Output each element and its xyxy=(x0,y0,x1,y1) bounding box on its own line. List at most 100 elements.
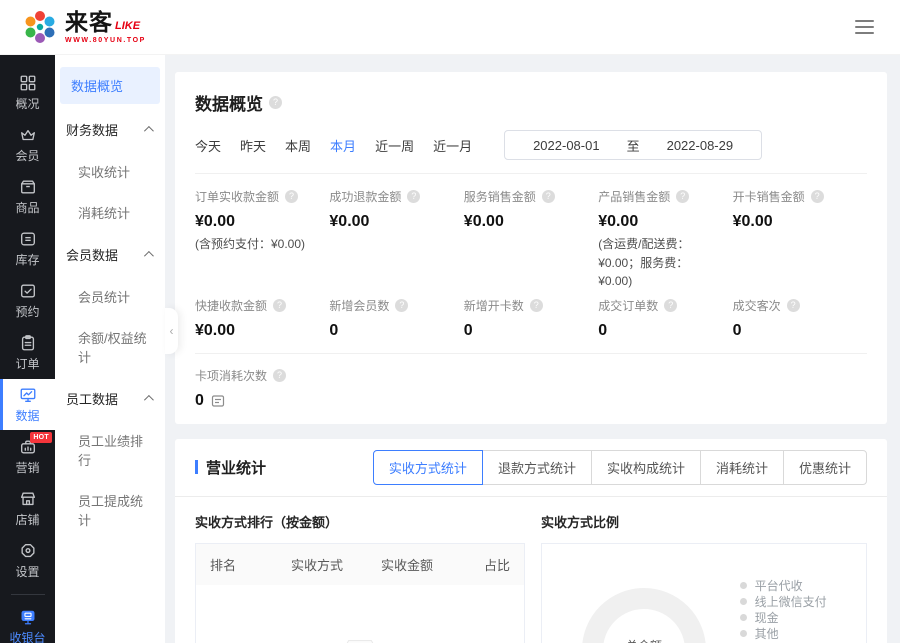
legend-dot-icon xyxy=(740,598,747,605)
help-icon[interactable] xyxy=(407,190,420,203)
help-icon[interactable] xyxy=(273,369,286,382)
date-separator: 至 xyxy=(627,136,640,155)
help-icon[interactable] xyxy=(395,299,408,312)
submenu-data-overview[interactable]: 数据概览 xyxy=(60,67,160,104)
tab-refund-method[interactable]: 退款方式统计 xyxy=(482,450,592,485)
tab-receipt-method[interactable]: 实收方式统计 xyxy=(373,450,483,485)
tab-discount[interactable]: 优惠统计 xyxy=(783,450,867,485)
submenu-staff-ranking[interactable]: 员工业绩排行 xyxy=(55,420,165,480)
submenu-group-member[interactable]: 会员数据 xyxy=(55,233,165,276)
business-card-body: 实收方式排行（按金额） 排名 实收方式 实收金额 占比 xyxy=(175,497,887,643)
stat-quick-receipts: 快捷收款金额 ¥0.00 xyxy=(195,297,329,340)
page-title: 数据概览 xyxy=(195,90,263,115)
stat-service-sales: 服务销售金额 ¥0.00 xyxy=(464,188,598,291)
donut-center-label: 总金额 xyxy=(582,637,706,643)
chevron-up-icon xyxy=(144,126,154,136)
sidebar-item-marketing[interactable]: HOT 营销 xyxy=(0,431,55,482)
help-icon[interactable] xyxy=(285,190,298,203)
stats-row-3: 卡项消耗次数 0 xyxy=(195,367,867,410)
menu-toggle-icon[interactable] xyxy=(851,16,878,38)
sidebar-item-data[interactable]: 数据 xyxy=(0,379,55,430)
col-rank: 排名 xyxy=(210,555,272,574)
member-icon xyxy=(19,126,37,144)
sidebar-item-inventory[interactable]: 库存 xyxy=(0,223,55,274)
receipt-proportion-panel: 实收方式比例 总金额 ¥0.00 平台代收 线上微信支付 现金 其他 微信（记账… xyxy=(541,512,867,643)
help-icon[interactable] xyxy=(787,299,800,312)
filter-this-week[interactable]: 本周 xyxy=(285,136,311,155)
help-icon[interactable] xyxy=(273,299,286,312)
filter-today[interactable]: 今天 xyxy=(195,136,221,155)
col-amount: 实收金额 xyxy=(362,555,452,574)
date-start[interactable]: 2022-08-01 xyxy=(533,138,600,153)
donut-chart: 总金额 ¥0.00 平台代收 线上微信支付 现金 其他 微信（记账） 支付宝（记… xyxy=(541,543,867,643)
date-range-picker[interactable]: 2022-08-01 至 2022-08-29 xyxy=(504,130,762,160)
filter-last-month[interactable]: 近一月 xyxy=(433,136,472,155)
grid-icon xyxy=(19,74,37,92)
sidebar-item-shop[interactable]: 店铺 xyxy=(0,483,55,534)
legend-platform-collect[interactable]: 平台代收 xyxy=(740,580,840,592)
help-icon[interactable] xyxy=(542,190,555,203)
submenu-staff-commission[interactable]: 员工提成统计 xyxy=(55,480,165,540)
submenu-consumption-stats[interactable]: 消耗统计 xyxy=(55,192,165,233)
accent-bar xyxy=(195,460,198,474)
brand-logo[interactable]: 来客 LIKE WWW.80YUN.TOP xyxy=(22,9,146,45)
app-header: 来客 LIKE WWW.80YUN.TOP xyxy=(0,0,900,55)
divider xyxy=(195,353,867,354)
filter-yesterday[interactable]: 昨天 xyxy=(240,136,266,155)
tab-consumption[interactable]: 消耗统计 xyxy=(700,450,784,485)
tab-receipt-composition[interactable]: 实收构成统计 xyxy=(591,450,701,485)
chevron-up-icon xyxy=(144,395,154,405)
legend-dot-icon xyxy=(740,614,747,621)
booking-icon xyxy=(19,282,37,300)
stat-order-receipts: 订单实收款金额 ¥0.00 (含预约支付：¥0.00) xyxy=(195,188,329,291)
submenu-group-finance[interactable]: 财务数据 xyxy=(55,108,165,151)
donut-ring xyxy=(582,588,706,643)
shop-icon xyxy=(19,490,37,508)
help-icon[interactable] xyxy=(530,299,543,312)
legend-other[interactable]: 其他 xyxy=(740,628,840,640)
filter-this-month[interactable]: 本月 xyxy=(330,136,356,155)
gear-icon xyxy=(19,542,37,560)
help-icon[interactable] xyxy=(269,96,282,109)
brand-suffix: LIKE xyxy=(115,21,140,34)
ranking-table: 排名 实收方式 实收金额 占比 暂无数据 xyxy=(195,543,525,643)
help-icon[interactable] xyxy=(811,190,824,203)
help-icon[interactable] xyxy=(664,299,677,312)
submenu-balance-stats[interactable]: 余额/权益统计 xyxy=(55,317,165,377)
chart-legend: 平台代收 线上微信支付 现金 其他 微信（记账） 支付宝（记账） POS机（记账… xyxy=(740,580,840,643)
sidebar-item-orders[interactable]: 订单 xyxy=(0,327,55,378)
submenu-receipt-stats[interactable]: 实收统计 xyxy=(55,151,165,192)
stats-row-1: 订单实收款金额 ¥0.00 (含预约支付：¥0.00) 成功退款金额 ¥0.00… xyxy=(195,188,867,291)
business-stats-card: 营业统计 实收方式统计 退款方式统计 实收构成统计 消耗统计 优惠统计 实收方式… xyxy=(175,439,887,643)
primary-sidebar: 概况 会员 商品 库存 预约 订单 xyxy=(0,55,55,643)
stat-new-cards: 新增开卡数 0 xyxy=(464,297,598,340)
main-content: 数据概览 今天 昨天 本周 本月 近一周 近一月 2022-08-01 至 20… xyxy=(165,55,900,643)
order-icon xyxy=(19,334,37,352)
stats-row-2: 快捷收款金额 ¥0.00 新增会员数 0 新增开卡数 0 成交订单数 0 成交客… xyxy=(195,297,867,340)
sidebar-item-members[interactable]: 会员 xyxy=(0,119,55,170)
stat-refunds: 成功退款金额 ¥0.00 xyxy=(329,188,463,291)
submenu-member-stats[interactable]: 会员统计 xyxy=(55,276,165,317)
stat-new-members: 新增会员数 0 xyxy=(329,297,463,340)
filter-last-week[interactable]: 近一周 xyxy=(375,136,414,155)
receipt-ranking-panel: 实收方式排行（按金额） 排名 实收方式 实收金额 占比 xyxy=(195,512,525,643)
sidebar-item-settings[interactable]: 设置 xyxy=(0,535,55,586)
legend-dot-icon xyxy=(740,630,747,637)
business-tabs: 实收方式统计 退款方式统计 实收构成统计 消耗统计 优惠统计 xyxy=(373,450,867,485)
detail-record-icon[interactable] xyxy=(211,394,225,408)
stat-deal-orders: 成交订单数 0 xyxy=(598,297,732,340)
help-icon[interactable] xyxy=(676,190,689,203)
date-end[interactable]: 2022-08-29 xyxy=(667,138,734,153)
legend-cash[interactable]: 现金 xyxy=(740,612,840,624)
hot-badge: HOT xyxy=(30,432,52,443)
sidebar-item-overview[interactable]: 概况 xyxy=(0,67,55,118)
submenu-group-staff[interactable]: 员工数据 xyxy=(55,377,165,420)
sidebar-collapse-handle[interactable] xyxy=(165,308,178,354)
secondary-sidebar: 数据概览 财务数据 实收统计 消耗统计 会员数据 会员统计 余额/权益统计 员工… xyxy=(55,55,165,643)
brand-site: WWW.80YUN.TOP xyxy=(65,37,146,44)
sidebar-item-cashier[interactable]: 收银台 xyxy=(0,601,55,643)
data-icon xyxy=(19,386,37,404)
sidebar-item-goods[interactable]: 商品 xyxy=(0,171,55,222)
legend-online-wechat[interactable]: 线上微信支付 xyxy=(740,596,840,608)
sidebar-item-booking[interactable]: 预约 xyxy=(0,275,55,326)
